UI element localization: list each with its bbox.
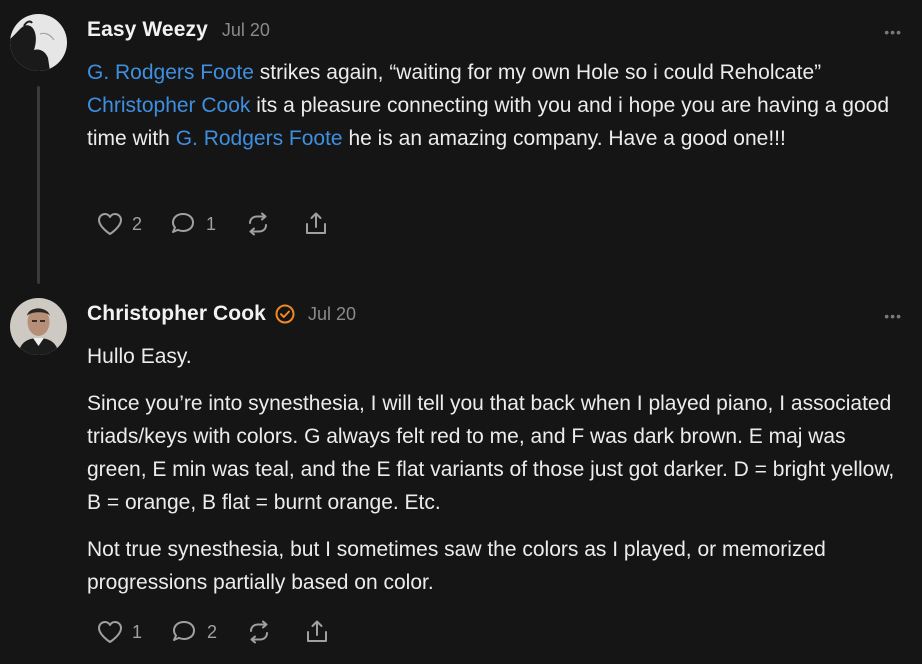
comment-easy-weezy: Easy Weezy Jul 20 ••• G. Rodgers Foote s… [0,0,922,290]
like-button[interactable]: 1 [97,620,142,644]
share-icon [302,210,330,238]
thread-line [37,86,40,284]
comment-text-segment: strikes again, “waiting for my own Hole … [253,61,822,84]
comment-paragraph: Not true synesthesia, but I sometimes sa… [87,538,826,594]
comment-paragraph: Hullo Easy. [87,345,192,368]
like-count: 2 [132,213,143,234]
reply-button[interactable]: 2 [170,619,217,645]
reply-count: 2 [207,621,218,642]
comment-christopher-cook: Christopher Cook Jul 20 ••• Hullo Easy. … [0,290,922,664]
comment-icon [169,211,197,237]
like-button[interactable]: 2 [97,212,142,236]
reply-button[interactable]: 1 [169,211,216,237]
more-icon[interactable]: ••• [884,24,902,40]
comment-text-segment: he is an amazing company. Have a good on… [342,127,786,150]
comment-date[interactable]: Jul 20 [308,304,356,325]
share-button[interactable] [302,210,330,238]
heart-icon [97,212,123,236]
verified-badge-icon [274,303,296,325]
like-count: 1 [132,621,143,642]
author-name[interactable]: Easy Weezy [87,18,208,42]
restack-icon [244,211,272,237]
share-button[interactable] [303,618,331,646]
comment-header: Easy Weezy Jul 20 [87,18,270,42]
share-icon [303,618,331,646]
more-icon[interactable]: ••• [884,308,902,324]
mention-link[interactable]: G. Rodgers Foote [176,127,343,150]
author-name[interactable]: Christopher Cook [87,302,266,326]
comment-paragraph: Since you’re into synesthesia, I will te… [87,392,895,514]
comment-body: Hullo Easy. Since you’re into synesthesi… [87,340,902,599]
comment-text: G. Rodgers Foote strikes again, “waiting… [87,56,902,155]
heart-icon [97,620,123,644]
comment-actions: 2 1 [97,210,330,238]
restack-button[interactable] [245,619,273,645]
comment-icon [170,619,198,645]
reply-count: 1 [206,213,217,234]
comment-date[interactable]: Jul 20 [222,20,270,41]
comment-actions: 1 2 [97,618,331,646]
mention-link[interactable]: G. Rodgers Foote [87,61,254,84]
restack-button[interactable] [244,211,272,237]
comment-header: Christopher Cook Jul 20 [87,302,356,326]
restack-icon [245,619,273,645]
mention-link[interactable]: Christopher Cook [87,94,250,117]
avatar-christopher-cook[interactable] [10,298,67,355]
avatar-easy-weezy[interactable] [10,14,67,71]
comment-body: G. Rodgers Foote strikes again, “waiting… [87,56,902,155]
